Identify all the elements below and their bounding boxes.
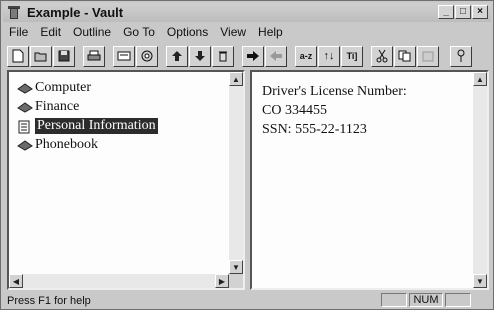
- key-icon[interactable]: [450, 45, 472, 67]
- menu-help[interactable]: Help: [252, 25, 289, 39]
- back-arrow-icon[interactable]: [265, 45, 287, 67]
- minimize-button[interactable]: _: [438, 5, 454, 19]
- tree-item-label: Finance: [35, 98, 80, 114]
- print-button[interactable]: [83, 45, 105, 67]
- maximize-button[interactable]: □: [455, 5, 471, 19]
- menu-view[interactable]: View: [214, 25, 252, 39]
- scroll-down-button[interactable]: ▼: [229, 260, 243, 274]
- cut-icon[interactable]: [371, 45, 393, 67]
- tree-item-label: Computer: [35, 79, 91, 95]
- menu-goto[interactable]: Go To: [117, 25, 161, 39]
- open-button[interactable]: [30, 45, 52, 67]
- scroll-right-button[interactable]: ▶: [215, 274, 229, 288]
- tree-item-finance[interactable]: Finance: [17, 97, 158, 116]
- book-icon: [17, 139, 33, 151]
- status-cell-empty: [381, 293, 407, 307]
- scroll-left-button[interactable]: ◀: [9, 274, 23, 288]
- card-button[interactable]: [113, 45, 135, 67]
- close-button[interactable]: ×: [472, 5, 488, 19]
- dialer-icon[interactable]: [136, 45, 158, 67]
- sort-az-button[interactable]: a-z: [295, 45, 317, 67]
- outline-vertical-scrollbar[interactable]: ▲ ▼: [229, 72, 243, 274]
- tree-item-label: Personal Information: [35, 117, 158, 134]
- copy-icon[interactable]: [394, 45, 416, 67]
- tree-item-computer[interactable]: Computer: [17, 78, 158, 97]
- outline-horizontal-scrollbar[interactable]: ◀ ▶: [9, 274, 229, 288]
- book-icon: [17, 82, 33, 94]
- sort-updown-button[interactable]: ↑↓: [318, 45, 340, 67]
- menu-file[interactable]: File: [3, 25, 34, 39]
- toolbar: a-z ↑↓ Ti]: [3, 43, 491, 69]
- move-up-button[interactable]: [166, 45, 188, 67]
- new-button[interactable]: [7, 45, 29, 67]
- menu-options[interactable]: Options: [161, 25, 214, 39]
- tree-item-personal-information[interactable]: Personal Information: [17, 116, 158, 135]
- app-window: Example - Vault _ □ × File Edit Outline …: [0, 0, 494, 310]
- vault-app-icon[interactable]: [7, 5, 21, 20]
- tree-item-label: Phonebook: [35, 136, 98, 152]
- trash-icon[interactable]: [212, 45, 234, 67]
- title-bar[interactable]: Example - Vault _ □ ×: [3, 3, 491, 22]
- note-line: SSN: 555-22-1123: [262, 122, 367, 137]
- book-icon: [17, 101, 33, 113]
- menu-edit[interactable]: Edit: [34, 25, 67, 39]
- note-text[interactable]: Driver's License Number: CO 334455 SSN: …: [262, 82, 407, 139]
- note-pane[interactable]: Driver's License Number: CO 334455 SSN: …: [250, 70, 489, 290]
- save-button[interactable]: [53, 45, 75, 67]
- outline-tree: Computer Finance Personal Information Ph…: [17, 78, 158, 154]
- outline-pane[interactable]: Computer Finance Personal Information Ph…: [7, 70, 245, 290]
- paste-icon[interactable]: [417, 45, 439, 67]
- scroll-up-button[interactable]: ▲: [473, 72, 487, 86]
- note-line: Driver's License Number:: [262, 84, 407, 99]
- status-help-text: Press F1 for help: [7, 294, 91, 307]
- scroll-corner: [229, 274, 243, 288]
- move-down-button[interactable]: [189, 45, 211, 67]
- window-title: Example - Vault: [27, 5, 124, 20]
- forward-arrow-icon[interactable]: [242, 45, 264, 67]
- tree-item-phonebook[interactable]: Phonebook: [17, 135, 158, 154]
- menu-bar: File Edit Outline Go To Options View Hel…: [3, 23, 289, 41]
- note-line: CO 334455: [262, 103, 327, 118]
- num-lock-indicator: NUM: [409, 293, 443, 307]
- scroll-up-button[interactable]: ▲: [229, 72, 243, 86]
- page-icon: [17, 120, 33, 133]
- status-bar: Press F1 for help NUM: [3, 292, 491, 309]
- menu-outline[interactable]: Outline: [67, 25, 117, 39]
- status-cell-empty: [445, 293, 471, 307]
- title-button[interactable]: Ti]: [341, 45, 363, 67]
- note-vertical-scrollbar[interactable]: ▲ ▼: [473, 72, 487, 288]
- scroll-down-button[interactable]: ▼: [473, 274, 487, 288]
